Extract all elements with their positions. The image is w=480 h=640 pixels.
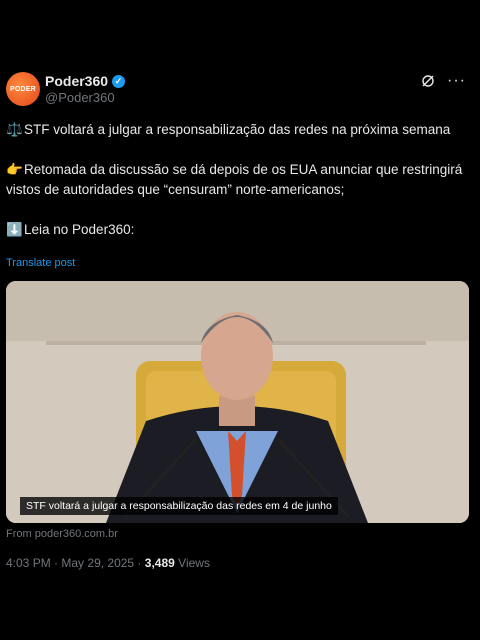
link-source[interactable]: From poder360.com.br <box>6 528 118 540</box>
author-handle[interactable]: @Poder360 <box>45 90 115 105</box>
speaker-photo <box>6 281 469 523</box>
tweet-time[interactable]: 4:03 PM <box>6 556 51 570</box>
views-count: 3,489 <box>144 556 175 570</box>
tweet-date[interactable]: May 29, 2025 <box>61 556 134 570</box>
tweet-meta: 4:03 PM · May 29, 2025 · 3,489 Views <box>6 556 210 570</box>
pointing-hand-emoji-icon: 👉 <box>6 162 23 177</box>
tweet-paragraph-1: ⚖️STF voltará a julgar a responsabilizaç… <box>6 120 466 140</box>
link-card-image[interactable]: STF voltará a julgar a responsabilização… <box>6 281 469 523</box>
grok-icon[interactable] <box>421 74 435 88</box>
tweet-top-actions: ··· <box>421 72 466 90</box>
author-name-row: Poder360 ✓ <box>45 73 126 89</box>
scales-emoji-icon: ⚖️ <box>6 122 23 137</box>
views-label: Views <box>178 556 210 570</box>
tweet-text: ⚖️STF voltará a julgar a responsabilizaç… <box>6 120 466 260</box>
down-arrow-emoji-icon: ⬇️ <box>6 222 23 237</box>
author-avatar[interactable]: PODER <box>6 72 40 106</box>
author-display-name[interactable]: Poder360 <box>45 73 108 89</box>
avatar-logo-text: PODER <box>10 85 36 93</box>
tweet-paragraph-2: 👉Retomada da discussão se dá depois de o… <box>6 162 463 197</box>
tweet-paragraph-3: ⬇️Leia no Poder360: <box>6 220 466 240</box>
more-icon[interactable]: ··· <box>447 72 466 90</box>
translate-post-link[interactable]: Translate post <box>6 257 75 269</box>
media-caption: STF voltará a julgar a responsabilização… <box>20 497 338 515</box>
verified-badge-icon: ✓ <box>112 74 126 88</box>
